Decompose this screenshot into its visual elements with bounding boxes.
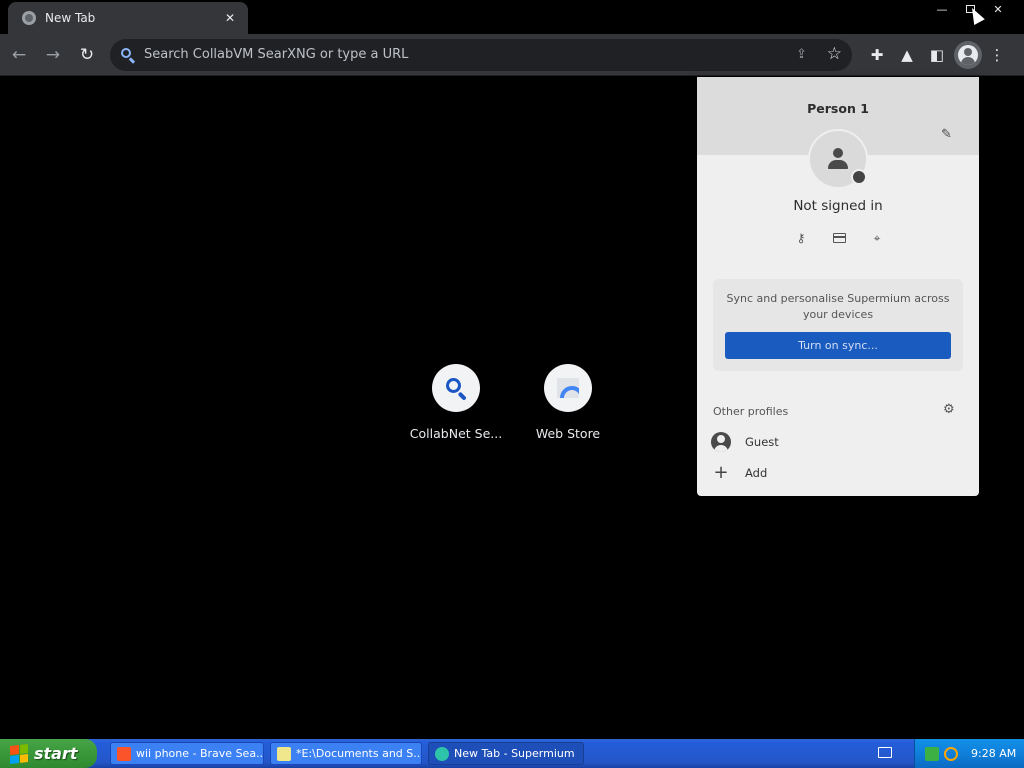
sign-in-status: Not signed in — [793, 198, 883, 214]
sync-promo: Sync and personalise Supermium across yo… — [713, 279, 963, 371]
taskbar-item-brave[interactable]: wii phone - Brave Sea... — [110, 742, 264, 765]
back-button[interactable]: ← — [4, 40, 34, 70]
labs-icon[interactable]: ▲ — [892, 40, 922, 70]
share-icon[interactable]: ⇪ — [796, 47, 812, 63]
tab-close-button[interactable]: ✕ — [222, 11, 238, 25]
profile-button[interactable] — [954, 40, 982, 69]
edit-pencil-icon[interactable]: ✎ — [941, 127, 952, 142]
address-bar-input[interactable] — [144, 47, 764, 62]
tab-strip: New Tab ✕ — ✕ — [0, 0, 1024, 34]
keyboard-icon[interactable] — [878, 747, 892, 758]
turn-on-sync-button[interactable]: Turn on sync... — [725, 332, 951, 359]
location-icon[interactable]: ⌖ — [867, 229, 887, 247]
supermium-icon — [435, 746, 449, 761]
tab-title: New Tab — [45, 11, 96, 25]
gear-icon[interactable]: ⚙ — [943, 402, 955, 417]
extensions-icon[interactable]: ✚ — [862, 40, 892, 70]
taskbar-item-supermium[interactable]: New Tab - Supermium — [428, 742, 584, 765]
reload-button[interactable]: ↻ — [72, 40, 102, 70]
close-window-button[interactable]: ✕ — [984, 0, 1012, 18]
brave-icon — [117, 746, 131, 761]
key-icon[interactable]: ⚷ — [791, 229, 811, 247]
taskbar-item-label: *E:\Documents and S... — [296, 747, 422, 760]
profile-name: Person 1 — [807, 101, 869, 116]
network-icon[interactable] — [925, 746, 939, 761]
menu-icon[interactable]: ⋮ — [982, 40, 1012, 70]
shortcut-collabnet-search[interactable]: CollabNet Se... — [400, 364, 512, 441]
clock: 9:28 AM — [971, 747, 1017, 760]
person-icon — [826, 148, 850, 170]
sync-promo-text: Sync and personalise Supermium across yo… — [726, 292, 950, 321]
search-icon[interactable] — [944, 746, 958, 761]
tab-new-tab[interactable]: New Tab ✕ — [8, 2, 248, 34]
windows-logo-icon — [10, 743, 28, 764]
search-icon — [444, 376, 468, 401]
guest-avatar-icon — [711, 432, 731, 452]
omnibox[interactable]: ⇪ ☆ — [110, 38, 852, 71]
taskbar-item-label: wii phone - Brave Sea... — [136, 747, 264, 760]
profile-row-guest[interactable]: Guest — [711, 430, 911, 454]
incognito-badge-icon — [851, 169, 867, 185]
taskbar-item-notepad[interactable]: *E:\Documents and S... — [270, 742, 422, 765]
shortcut-icon-circle — [544, 364, 592, 412]
other-profiles-label: Other profiles — [713, 405, 789, 418]
plus-icon: + — [713, 462, 729, 483]
browser-toolbar: ← → ↻ ⇪ ☆ ✚ ▲ ◧ ⋮ — [0, 34, 1024, 76]
forward-button[interactable]: → — [38, 40, 68, 70]
bookmark-star-icon[interactable]: ☆ — [827, 44, 842, 64]
notepad-icon — [277, 746, 291, 761]
system-tray: 9:28 AM — [914, 739, 1024, 768]
add-label: Add — [745, 466, 768, 480]
profile-menu: Person 1 ✎ Not signed in ⚷ ⌖ Sync and pe… — [697, 77, 979, 496]
guest-label: Guest — [745, 435, 779, 449]
shortcut-title: Web Store — [535, 426, 601, 441]
shortcut-icon-circle — [432, 364, 480, 412]
shortcut-title: CollabNet Se... — [409, 426, 503, 441]
web-store-icon — [557, 378, 579, 398]
taskbar: start wii phone - Brave Sea... *E:\Docum… — [0, 739, 1024, 768]
taskbar-item-label: New Tab - Supermium — [454, 747, 575, 760]
shortcut-web-store[interactable]: Web Store — [512, 364, 624, 441]
start-button[interactable]: start — [0, 739, 97, 768]
card-icon[interactable] — [829, 229, 849, 247]
side-panel-icon[interactable]: ◧ — [922, 40, 952, 70]
quick-actions: ⚷ ⌖ — [791, 229, 887, 247]
minimize-button[interactable]: — — [928, 0, 956, 18]
start-label: start — [34, 744, 78, 763]
search-icon — [120, 47, 136, 63]
globe-icon — [22, 11, 36, 25]
avatar-icon — [958, 44, 978, 65]
profile-row-add[interactable]: + Add — [711, 461, 911, 485]
screen: New Tab ✕ — ✕ ← → ↻ ⇪ ☆ ✚ ▲ ◧ ⋮ CollabNe… — [0, 0, 1024, 768]
